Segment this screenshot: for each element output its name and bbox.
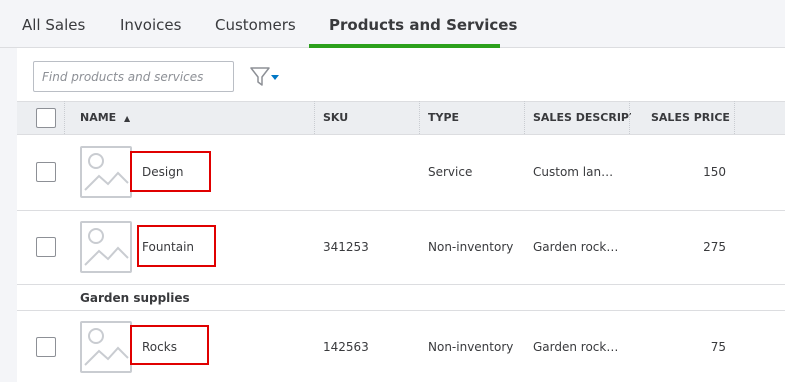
product-sales-price: 75 [710,340,726,354]
category-group-label: Garden supplies [80,291,190,305]
highlight-box [130,325,209,365]
tab-invoices[interactable]: Invoices [120,16,181,34]
filter-button[interactable] [250,66,282,88]
filter-funnel-icon [250,67,279,86]
tab-customers[interactable]: Customers [215,16,296,34]
table-row[interactable]: Fountain 341253 Non-inventory Garden roc… [17,211,785,285]
column-header-name[interactable]: NAME ▲ [80,102,130,134]
tab-all-sales[interactable]: All Sales [22,16,85,34]
highlight-box [130,151,211,192]
select-all-checkbox[interactable] [36,108,56,128]
column-header-sku[interactable]: SKU [323,102,348,134]
row-checkbox[interactable] [36,237,56,257]
image-placeholder-icon [80,146,132,198]
product-type: Non-inventory [428,240,514,254]
highlight-box [137,225,216,267]
column-header-type[interactable]: TYPE [428,102,459,134]
product-sales-description: Garden rock… [533,340,619,354]
image-placeholder-icon [80,221,132,273]
tab-products-and-services[interactable]: Products and Services [329,16,517,34]
search-input[interactable] [33,61,234,92]
product-sales-description: Custom lan… [533,165,614,179]
table-header: NAME ▲ SKU TYPE SALES DESCRIPT SALES PRI… [17,101,785,135]
row-checkbox[interactable] [36,162,56,182]
product-type: Non-inventory [428,340,514,354]
product-sales-price: 275 [703,240,726,254]
product-sales-price: 150 [703,165,726,179]
image-placeholder-icon [80,321,132,373]
product-sku: 142563 [323,340,369,354]
product-sku: 341253 [323,240,369,254]
sort-ascending-icon: ▲ [124,114,131,123]
column-header-sales-description[interactable]: SALES DESCRIPT [533,102,631,134]
product-sales-description: Garden rock… [533,240,619,254]
row-checkbox[interactable] [36,337,56,357]
column-header-sales-price[interactable]: SALES PRICE [651,102,730,134]
product-type: Service [428,165,473,179]
tab-bar: All Sales Invoices Customers Products an… [0,0,785,48]
